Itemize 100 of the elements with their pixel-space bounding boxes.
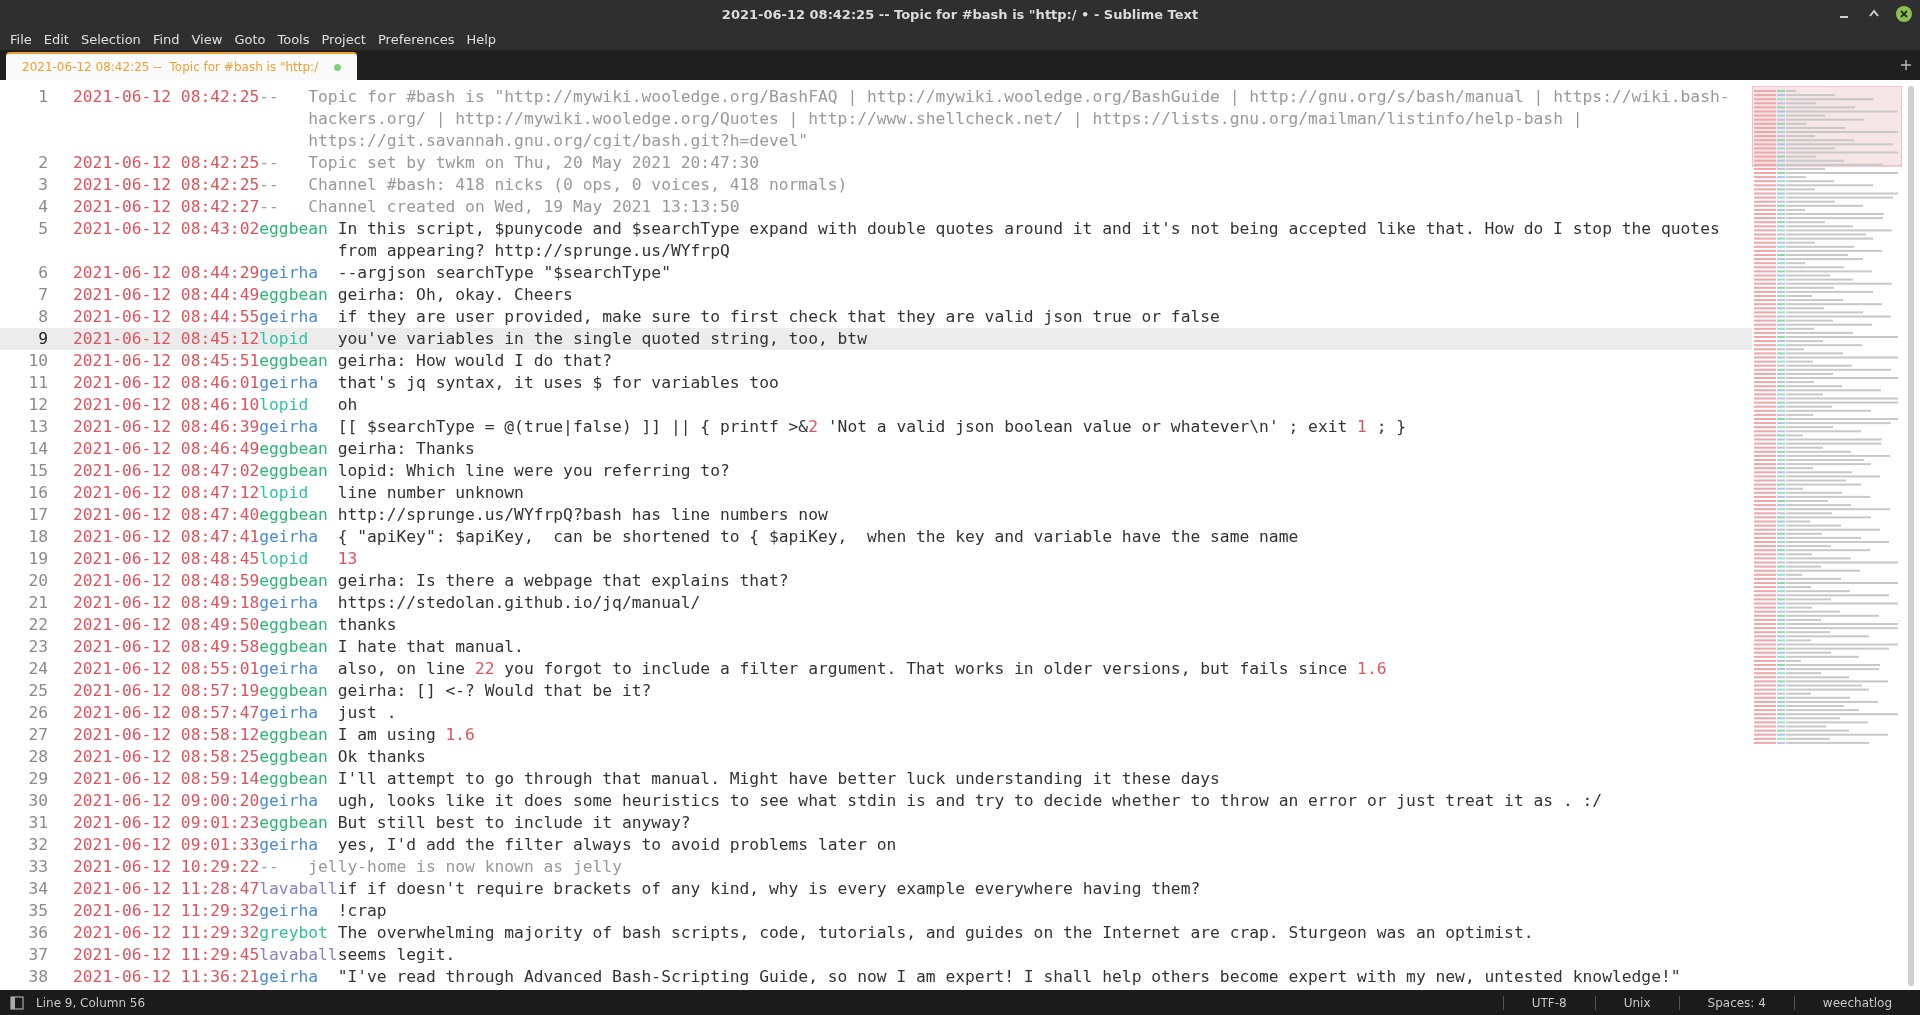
nickname: eggbean [259,812,329,834]
nickname: geirha [259,416,320,438]
new-tab-icon[interactable] [1900,59,1912,71]
menu-item[interactable]: Help [460,31,503,47]
menu-item[interactable]: File [4,31,38,47]
message-text: if if doesn't require brackets of any kind, why is every example everywhere having them? [337,878,1202,900]
nickname: -- [259,174,279,196]
encoding-selector[interactable]: UTF-8 [1502,995,1595,1010]
timestamp: 2021-06-12 08:42:25 [73,152,260,174]
line-number: 6 [37,262,49,284]
line-number: 12 [27,394,49,416]
line-number: 15 [27,460,49,482]
timestamp: 2021-06-12 08:55:01 [73,658,260,680]
line-number: 5 [37,218,49,240]
nickname: -- [259,86,279,108]
nickname: lavaball [259,944,338,966]
line-number: 26 [27,702,49,724]
sidebar-toggle-icon[interactable] [10,995,24,1010]
line-number: 22 [27,614,49,636]
message-text: https://stedolan.github.io/jq/manual/ [337,592,702,614]
nickname: eggbean [259,680,329,702]
message-text: jelly-home is now known as jelly [308,856,623,878]
timestamp: 2021-06-12 08:49:58 [73,636,260,658]
message-text: http://sprunge.us/WYfrpQ?bash has line numbers now [337,504,829,526]
menu-item[interactable]: Selection [74,31,147,47]
line-number: 7 [37,284,49,306]
line-number: 31 [27,812,49,834]
nickname: eggbean [259,636,329,658]
timestamp: 2021-06-12 08:58:12 [73,724,260,746]
timestamp: 2021-06-12 09:01:23 [73,812,260,834]
timestamp: 2021-06-12 11:29:32 [73,922,260,944]
timestamp: 2021-06-12 08:42:25 [73,86,260,108]
message-text: 13 [337,548,359,570]
line-number: 8 [37,306,49,328]
nickname: lavaball [259,878,338,900]
message-text: I am using 1.6 [337,724,476,746]
nickname: geirha [259,702,320,724]
timestamp: 2021-06-12 10:29:22 [73,856,260,878]
timestamp: 2021-06-12 08:49:18 [73,592,260,614]
close-icon[interactable] [1896,6,1912,22]
line-number: 4 [37,196,49,218]
timestamp: 2021-06-12 08:57:47 [73,702,260,724]
nickname: lopid [259,548,310,570]
message-text: In this script, $punycode and $searchType expand with double quotes around it and it's not being accepted like that. How do I stop the quotes from appearing? http://sprunge.us/WYfrpQ [337,218,1721,262]
nickname: greybot [259,922,329,944]
timestamp: 2021-06-12 11:29:32 [73,900,260,922]
message-text: I hate that manual. [337,636,525,658]
scrollbar[interactable] [1908,86,1914,986]
line-number: 2 [37,152,49,174]
nickname: geirha [259,658,320,680]
timestamp: 2021-06-12 11:36:21 [73,966,260,988]
nickname: eggbean [259,768,329,790]
nickname: eggbean [259,614,329,636]
timestamp: 2021-06-12 08:46:39 [73,416,260,438]
line-endings-selector[interactable]: Unix [1594,995,1679,1010]
menu-item[interactable]: View [185,31,229,47]
menu-item[interactable]: Goto [228,31,272,47]
message-text: geirha: Is there a webpage that explains that? [337,570,790,592]
line-number: 17 [27,504,49,526]
menu-item[interactable]: Find [146,31,186,47]
nickname: geirha [259,262,320,284]
message-text: Topic set by twkm on Thu, 20 May 2021 20:47:30 [308,152,761,174]
timestamp: 2021-06-12 11:28:47 [73,878,260,900]
line-number: 27 [27,724,49,746]
line-number: 24 [27,658,49,680]
timestamp: 2021-06-12 08:42:25 [73,174,260,196]
menu-item[interactable]: Edit [37,31,75,47]
timestamp: 2021-06-12 08:49:50 [73,614,260,636]
nickname: lopid [259,328,310,350]
nickname: eggbean [259,460,329,482]
nickname: eggbean [259,284,329,306]
line-number: 16 [27,482,49,504]
nickname: geirha [259,900,320,922]
nickname: lopid [259,482,310,504]
indentation-selector[interactable]: Spaces: 4 [1678,995,1794,1010]
nickname: geirha [259,306,320,328]
timestamp: 2021-06-12 08:46:01 [73,372,260,394]
line-number: 20 [27,570,49,592]
message-text: also, on line 22 you forgot to include a filter argument. That works in older versions, but fails since 1.6 [337,658,1388,680]
timestamp: 2021-06-12 08:47:12 [73,482,260,504]
timestamp: 2021-06-12 08:48:59 [73,570,260,592]
timestamp: 2021-06-12 09:01:33 [73,834,260,856]
line-number: 28 [27,746,49,768]
menu-item[interactable]: Tools [271,31,316,47]
message-text: yes, I'd add the filter always to avoid problems later on [337,834,898,856]
menu-item[interactable]: Preferences [371,31,461,47]
message-text: I'll attempt to go through that manual. Might have better luck understanding it these days [337,768,1221,790]
message-text: line number unknown [337,482,525,504]
message-text: [[ $searchType = @(true|false) ]] || { printf >&2 'Not a valid json boolean value or whatever\n' ; exit 1 ; } [337,416,1408,438]
syntax-selector[interactable]: weechatlog [1793,995,1920,1010]
nickname: -- [259,152,279,174]
nickname: eggbean [259,746,329,768]
line-number: 19 [27,548,49,570]
message-text: just . [337,702,398,724]
line-number: 29 [27,768,49,790]
timestamp: 2021-06-12 08:44:55 [73,306,260,328]
timestamp: 2021-06-12 08:45:12 [73,328,260,350]
line-number: 25 [27,680,49,702]
menu-item[interactable]: Project [315,31,372,47]
message-text: Ok thanks [337,746,427,768]
